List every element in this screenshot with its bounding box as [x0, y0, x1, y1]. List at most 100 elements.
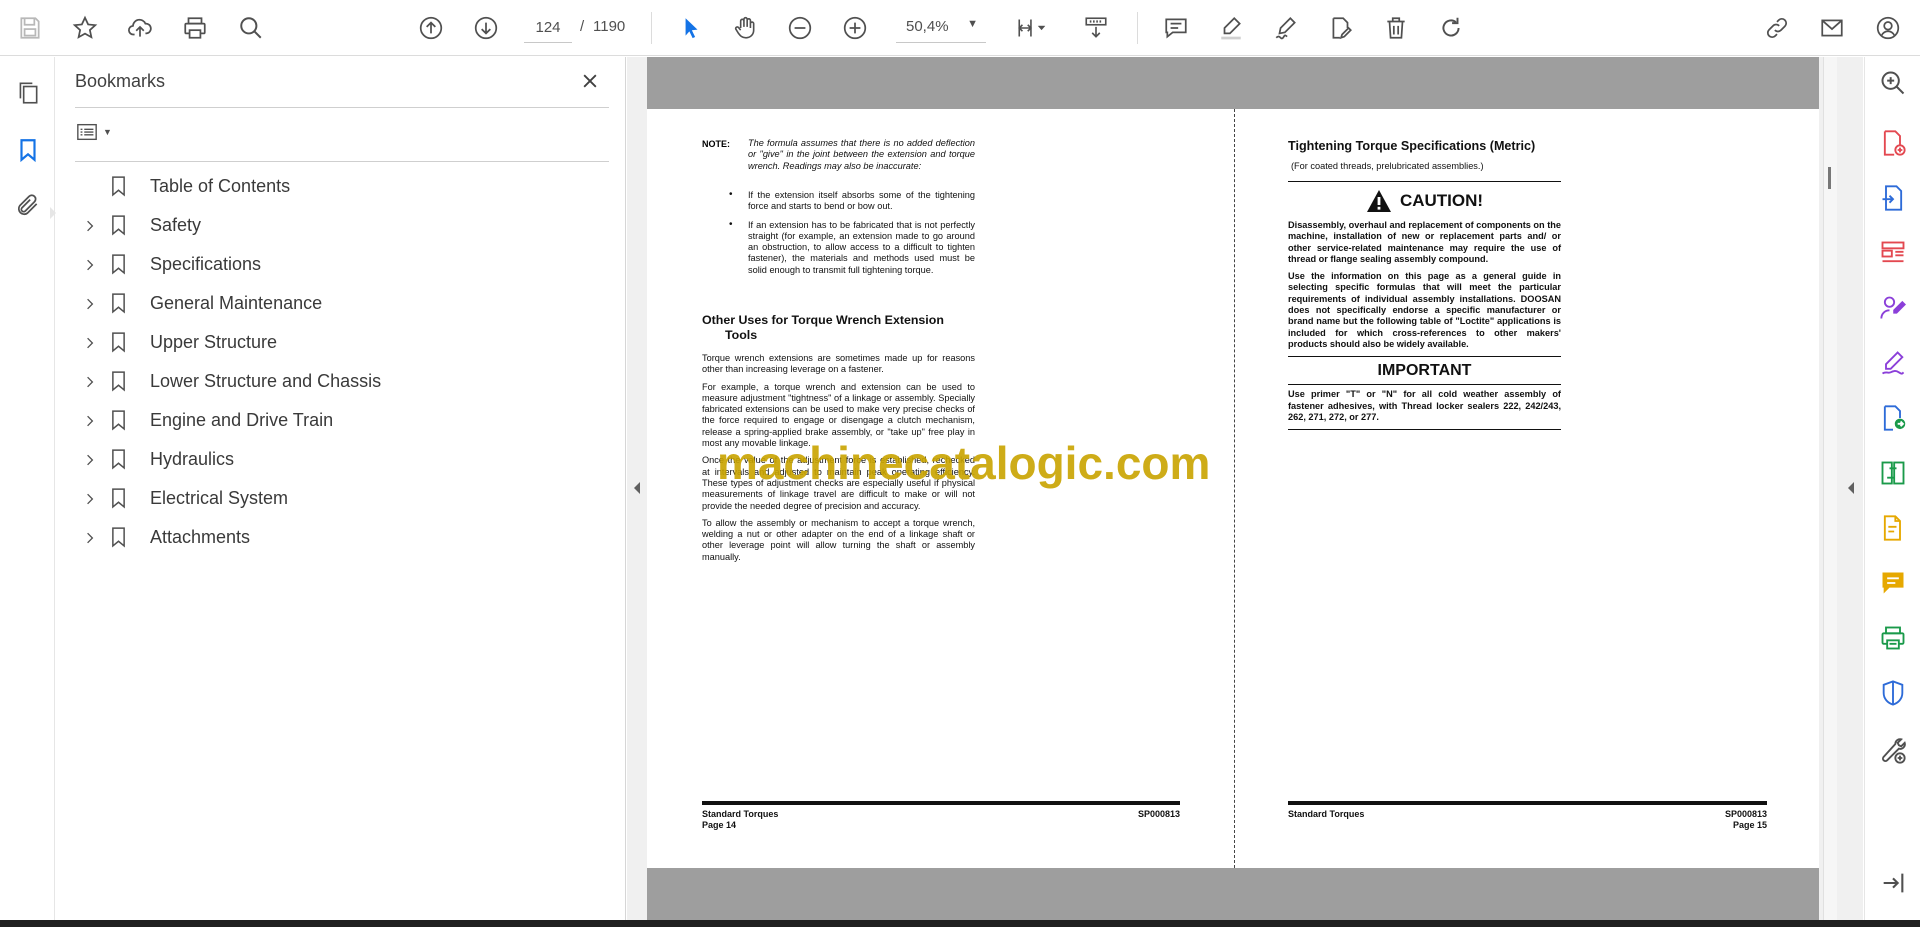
toolbar-divider [651, 12, 652, 44]
footer-rule [702, 801, 1180, 805]
note-paragraph: The formula assumes that there is no add… [748, 138, 975, 171]
bookmark-options-button[interactable]: ▼ [75, 117, 123, 147]
page-gap-top [647, 57, 1819, 109]
more-tools-icon[interactable] [1877, 735, 1909, 767]
bookmark-label: Upper Structure [150, 332, 278, 352]
bookmark-item[interactable]: Engine and Drive Train [75, 401, 609, 440]
fill-sign-tool-icon[interactable] [1877, 347, 1909, 379]
body-paragraph: To allow the assembly or mechanism to ac… [702, 517, 975, 562]
next-page-icon[interactable] [468, 10, 504, 46]
send-for-signature-icon[interactable] [1877, 402, 1909, 434]
section-heading-line1: Other Uses for Torque Wrench Extension [702, 313, 944, 327]
bookmark-label: Hydraulics [150, 449, 235, 469]
zoom-out-icon[interactable] [782, 10, 818, 46]
bookmark-item[interactable]: Specifications [75, 245, 609, 284]
organize-pages-icon[interactable] [1877, 237, 1909, 269]
chevron-right-icon[interactable] [78, 372, 102, 392]
scrollbar-thumb[interactable] [1828, 167, 1831, 189]
email-icon[interactable] [1814, 10, 1850, 46]
bookmark-item[interactable]: Safety [75, 206, 609, 245]
scroll-mode-icon[interactable] [1078, 10, 1114, 46]
chevron-right-icon[interactable] [78, 255, 102, 275]
footer-doc-code: SP000813 [1724, 809, 1767, 819]
upload-icon[interactable] [122, 10, 158, 46]
protect-icon[interactable] [1877, 677, 1909, 709]
warning-triangle-icon [1366, 190, 1391, 212]
rotate-icon[interactable] [1433, 10, 1469, 46]
bookmark-item[interactable]: Table of Contents [75, 167, 609, 206]
save-icon[interactable] [12, 10, 48, 46]
create-pdf-icon[interactable] [1877, 127, 1909, 159]
bookmark-label: Lower Structure and Chassis [150, 371, 382, 391]
bookmark-star-icon[interactable] [67, 10, 103, 46]
page-fit-icon[interactable] [1008, 10, 1056, 46]
spread-divider [1234, 109, 1235, 868]
export-pdf-icon[interactable] [1877, 182, 1909, 214]
select-cursor-icon[interactable] [673, 10, 709, 46]
chevron-right-icon[interactable] [78, 294, 102, 314]
close-icon[interactable] [576, 67, 604, 95]
bookmark-icon [108, 331, 128, 355]
body-paragraph: Torque wrench extensions are sometimes m… [702, 353, 975, 375]
sign-icon[interactable] [1268, 10, 1304, 46]
bookmark-item[interactable]: Lower Structure and Chassis [75, 362, 609, 401]
print-icon[interactable] [177, 10, 213, 46]
chevron-right-icon[interactable] [78, 216, 102, 236]
caution-paragraph: Disassembly, overhaul and replacement of… [1288, 220, 1561, 264]
chevron-right-icon[interactable] [78, 333, 102, 353]
delete-icon[interactable] [1378, 10, 1414, 46]
important-rule [1288, 384, 1561, 386]
chevron-right-icon[interactable] [78, 411, 102, 431]
chevron-right-icon[interactable] [78, 450, 102, 470]
fill-sign-icon[interactable] [1323, 10, 1359, 46]
collapse-right-panel-icon[interactable] [1845, 480, 1857, 496]
chevron-right-icon[interactable] [78, 489, 102, 509]
spec-subheading: (For coated threads, prelubricated assem… [1291, 161, 1484, 171]
add-comment-icon[interactable] [1877, 567, 1909, 599]
page-thumbnails-icon[interactable] [10, 75, 46, 111]
bookmark-icon [108, 526, 128, 550]
bookmark-label: Electrical System [150, 488, 289, 508]
bookmark-item[interactable]: Electrical System [75, 479, 609, 518]
page-number-input[interactable] [524, 13, 572, 43]
compare-files-icon[interactable] [1877, 457, 1909, 489]
print-production-icon[interactable] [1877, 622, 1909, 654]
bookmark-item[interactable]: Hydraulics [75, 440, 609, 479]
caution-block: CAUTION! Disassembly, overhaul and repla… [1288, 181, 1561, 431]
bookmark-label: Attachments [150, 527, 251, 547]
section-heading-line2: Tools [725, 328, 758, 342]
important-title: IMPORTANT [1377, 362, 1472, 380]
share-review-icon[interactable] [1877, 292, 1909, 324]
bookmark-item[interactable]: General Maintenance [75, 284, 609, 323]
prev-page-icon[interactable] [413, 10, 449, 46]
collapse-tools-icon[interactable] [1877, 867, 1909, 899]
hand-icon[interactable] [727, 10, 763, 46]
attachments-icon[interactable] [10, 187, 46, 223]
comment-icon[interactable] [1158, 10, 1194, 46]
bookmark-item[interactable]: Attachments [75, 518, 609, 557]
highlight-icon[interactable] [1213, 10, 1249, 46]
note-bullets: If the extension itself absorbs some of … [729, 189, 975, 283]
share-link-icon[interactable] [1759, 10, 1795, 46]
bullet-item: If an extension has to be fabricated tha… [729, 219, 975, 276]
bookmark-icon [108, 253, 128, 277]
bookmarks-panel-icon[interactable] [10, 132, 46, 168]
bookmark-label: Engine and Drive Train [150, 410, 334, 430]
zoom-level-dropdown[interactable]: 50,4% ▼ [896, 13, 986, 43]
spec-heading: Tightening Torque Specifications (Metric… [1288, 139, 1536, 153]
search-zoom-icon[interactable] [1877, 67, 1909, 99]
collapse-left-panel-icon[interactable] [631, 480, 643, 496]
zoom-find-icon[interactable] [233, 10, 269, 46]
note-text: The formula assumes that there is no add… [748, 138, 975, 172]
bookmark-item[interactable]: Upper Structure [75, 323, 609, 362]
watermark-text: machinecatalogic.com [717, 437, 1211, 489]
account-icon[interactable] [1870, 10, 1906, 46]
panel-divider [75, 161, 609, 162]
zoom-in-icon[interactable] [837, 10, 873, 46]
vertical-scrollbar[interactable] [1823, 57, 1837, 920]
chevron-right-icon[interactable] [78, 528, 102, 548]
bookmark-label: Specifications [150, 254, 262, 274]
section-heading: Other Uses for Torque Wrench Extension T… [702, 313, 982, 343]
edit-pdf-icon[interactable] [1877, 512, 1909, 544]
bookmark-icon [108, 487, 128, 511]
